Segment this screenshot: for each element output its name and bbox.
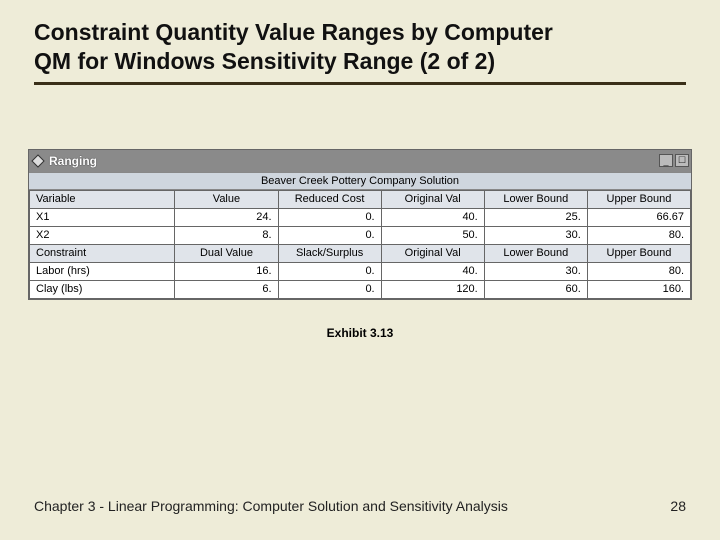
constraint-header-row: Constraint Dual Value Slack/Surplus Orig… [30, 244, 691, 262]
cell: 80. [587, 226, 690, 244]
cell: 30. [484, 226, 587, 244]
exhibit-label: Exhibit 3.13 [34, 326, 686, 340]
table-row[interactable]: X1 24. 0. 40. 25. 66.67 [30, 208, 691, 226]
variable-header-row: Variable Value Reduced Cost Original Val… [30, 190, 691, 208]
cell: 16. [175, 262, 278, 280]
cell: 0. [278, 262, 381, 280]
cell: 6. [175, 280, 278, 298]
col-upper-bound: Upper Bound [587, 190, 690, 208]
cell: 8. [175, 226, 278, 244]
minimize-button[interactable]: _ [659, 154, 673, 167]
cell: 40. [381, 262, 484, 280]
table-row[interactable]: Labor (hrs) 16. 0. 40. 30. 80. [30, 262, 691, 280]
qm-window: Ranging _ ☐ Beaver Creek Pottery Company… [28, 149, 692, 300]
footer-text: Chapter 3 - Linear Programming: Computer… [34, 498, 508, 514]
cell: 120. [381, 280, 484, 298]
cell: 80. [587, 262, 690, 280]
cell-constraint-name: Labor (hrs) [30, 262, 175, 280]
cell: 30. [484, 262, 587, 280]
col-lower-bound: Lower Bound [484, 244, 587, 262]
ranging-table: Variable Value Reduced Cost Original Val… [29, 190, 691, 299]
title-line-1: Constraint Quantity Value Ranges by Comp… [34, 19, 553, 45]
slide-footer: Chapter 3 - Linear Programming: Computer… [34, 498, 686, 514]
col-original-val: Original Val [381, 190, 484, 208]
col-slack-surplus: Slack/Surplus [278, 244, 381, 262]
cell: 60. [484, 280, 587, 298]
diamond-icon [31, 154, 45, 168]
cell-var-name: X1 [30, 208, 175, 226]
page-number: 28 [670, 498, 686, 514]
col-constraint: Constraint [30, 244, 175, 262]
cell: 50. [381, 226, 484, 244]
cell-constraint-name: Clay (lbs) [30, 280, 175, 298]
col-original-val: Original Val [381, 244, 484, 262]
col-variable: Variable [30, 190, 175, 208]
col-reduced-cost: Reduced Cost [278, 190, 381, 208]
col-lower-bound: Lower Bound [484, 190, 587, 208]
cell-var-name: X2 [30, 226, 175, 244]
col-value: Value [175, 190, 278, 208]
col-upper-bound: Upper Bound [587, 244, 690, 262]
title-underline [34, 82, 686, 85]
cell: 160. [587, 280, 690, 298]
window-titlebar[interactable]: Ranging _ ☐ [29, 150, 691, 172]
cell: 0. [278, 226, 381, 244]
table-row[interactable]: Clay (lbs) 6. 0. 120. 60. 160. [30, 280, 691, 298]
cell: 24. [175, 208, 278, 226]
page-title: Constraint Quantity Value Ranges by Comp… [34, 18, 686, 76]
table-row[interactable]: X2 8. 0. 50. 30. 80. [30, 226, 691, 244]
window-title: Ranging [49, 154, 657, 168]
solution-subtitle: Beaver Creek Pottery Company Solution [29, 172, 691, 190]
title-line-2: QM for Windows Sensitivity Range (2 of 2… [34, 48, 495, 74]
cell: 40. [381, 208, 484, 226]
cell: 25. [484, 208, 587, 226]
cell: 66.67 [587, 208, 690, 226]
cell: 0. [278, 280, 381, 298]
col-dual-value: Dual Value [175, 244, 278, 262]
maximize-button[interactable]: ☐ [675, 154, 689, 167]
cell: 0. [278, 208, 381, 226]
